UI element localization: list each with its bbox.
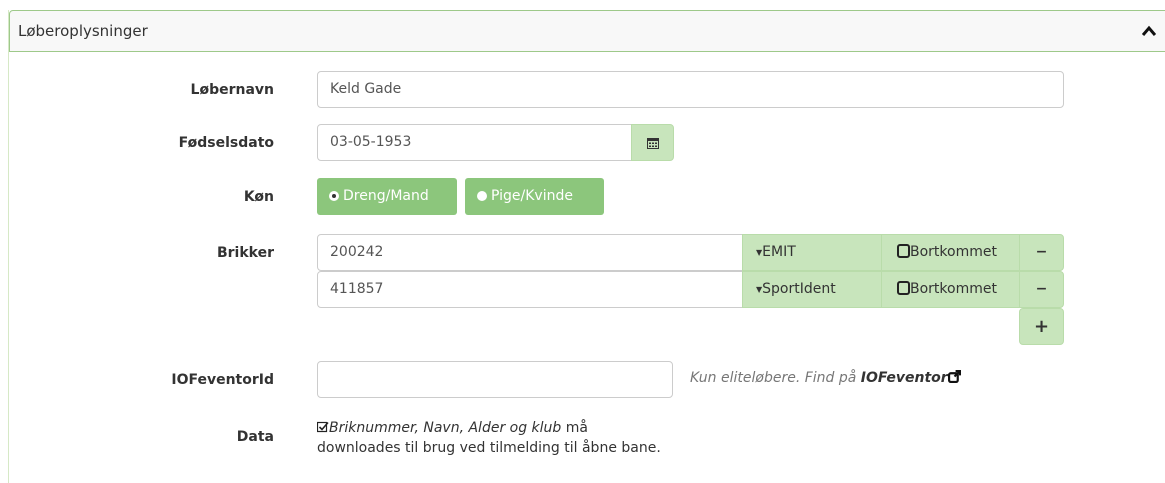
- consent-emphasis: Briknummer, Navn, Alder og klub: [329, 420, 562, 436]
- runner-name-input[interactable]: Keld Gade: [317, 71, 1064, 108]
- chip-type-label: SportIdent: [762, 281, 836, 297]
- chip-number-value: 411857: [330, 281, 384, 297]
- ioffeventor-help: Kun eliteløbere. Find på IOFeventor: [690, 370, 961, 386]
- data-consent: Briknummer, Navn, Alder og klub må downl…: [316, 418, 661, 458]
- birthdate-label: Fødselsdato: [178, 135, 274, 151]
- remove-chip-button[interactable]: −: [1019, 234, 1064, 271]
- chips-label: Brikker: [216, 245, 274, 261]
- ioffeventor-link[interactable]: IOFeventor: [861, 370, 948, 386]
- add-chip-button[interactable]: +: [1019, 308, 1064, 345]
- panel-heading[interactable]: Løberoplysninger: [9, 10, 1165, 52]
- chip-number-input[interactable]: 411857: [317, 271, 744, 308]
- radio-unchecked-icon: [477, 191, 487, 201]
- gender-label: Køn: [243, 189, 274, 205]
- gender-option-male[interactable]: Dreng/Mand: [317, 178, 457, 215]
- gender-male-label: Dreng/Mand: [343, 188, 429, 204]
- birthdate-value: 03-05-1953: [330, 134, 412, 150]
- consent-line2: downloades til brug ved tilmelding til å…: [317, 440, 661, 456]
- ioffeventor-label: IOFeventorId: [171, 372, 274, 388]
- checkbox-icon: [897, 281, 910, 295]
- minus-icon: −: [1035, 281, 1048, 297]
- gender-option-female[interactable]: Pige/Kvinde: [465, 178, 604, 215]
- chip-type-dropdown[interactable]: ▼EMIT: [742, 234, 883, 271]
- plus-icon: +: [1033, 316, 1050, 337]
- checkbox-icon: [897, 244, 910, 258]
- panel-title: Løberoplysninger: [18, 22, 148, 40]
- external-link-icon[interactable]: [947, 370, 961, 383]
- gender-female-label: Pige/Kvinde: [491, 188, 573, 204]
- chip-lost-label: Bortkommet: [910, 281, 997, 297]
- radio-checked-icon: [329, 191, 339, 201]
- ioffeventor-input[interactable]: [317, 361, 673, 398]
- chip-lost-toggle[interactable]: Bortkommet: [881, 271, 1021, 308]
- runner-name-value: Keld Gade: [330, 81, 402, 97]
- consent-rest: må: [561, 420, 588, 436]
- calendar-button[interactable]: [631, 124, 674, 161]
- data-label: Data: [236, 429, 274, 445]
- chip-lost-label: Bortkommet: [910, 244, 997, 260]
- chip-type-dropdown[interactable]: ▼SportIdent: [742, 271, 883, 308]
- runner-name-label: Løbernavn: [190, 82, 274, 98]
- chevron-up-icon[interactable]: [1142, 25, 1156, 37]
- chip-number-value: 200242: [330, 244, 384, 260]
- remove-chip-button[interactable]: −: [1019, 271, 1064, 308]
- minus-icon: −: [1035, 244, 1048, 260]
- chip-type-label: EMIT: [762, 244, 796, 260]
- chip-lost-toggle[interactable]: Bortkommet: [881, 234, 1021, 271]
- birthdate-input[interactable]: 03-05-1953: [317, 124, 633, 161]
- ioffeventor-help-text: Kun eliteløbere. Find på: [690, 370, 861, 386]
- checked-checkbox-icon[interactable]: [316, 421, 329, 433]
- calendar-icon: [647, 138, 659, 149]
- chip-number-input[interactable]: 200242: [317, 234, 744, 271]
